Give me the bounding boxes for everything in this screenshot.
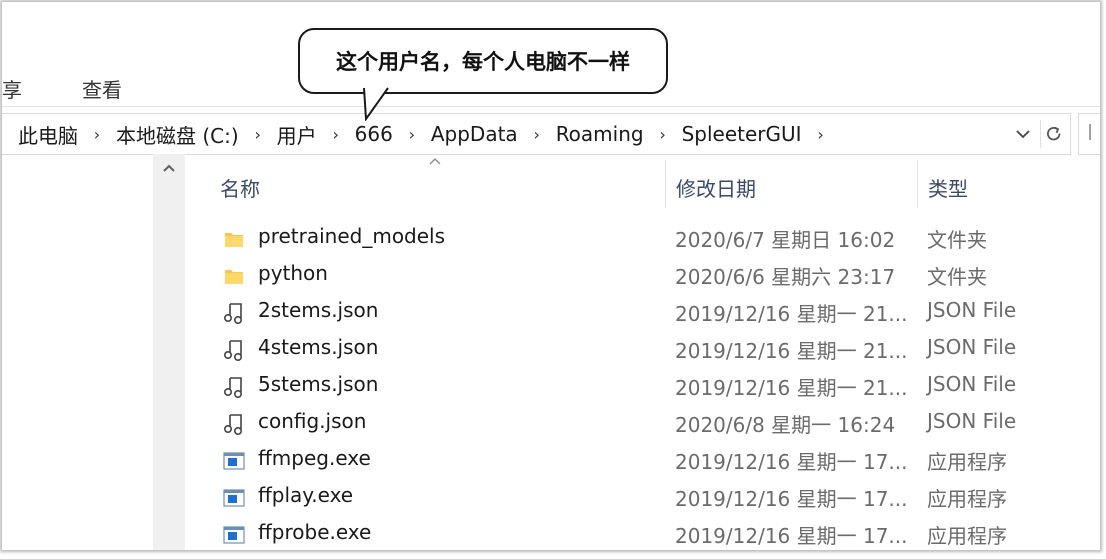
column-header-type[interactable]: 类型 bbox=[928, 168, 968, 206]
breadcrumb-spleetergui[interactable]: SpleeterGUI bbox=[676, 122, 808, 146]
breadcrumb-roaming[interactable]: Roaming bbox=[550, 122, 650, 146]
file-row[interactable]: 5stems.json 2019/12/16 星期一 21... JSON File bbox=[214, 368, 1100, 405]
address-bar[interactable]: 此电脑 › 本地磁盘 (C:) › 用户 › 666 › AppData › R… bbox=[2, 113, 1071, 155]
search-icon bbox=[1088, 122, 1100, 147]
file-modified-date: 2019/12/16 星期一 21... bbox=[675, 339, 908, 363]
folder-icon bbox=[222, 227, 246, 251]
json-file-icon bbox=[222, 412, 246, 436]
column-header-date[interactable]: 修改日期 bbox=[676, 168, 756, 206]
ribbon-tab-share[interactable]: 享 bbox=[2, 74, 22, 103]
breadcrumb-appdata[interactable]: AppData bbox=[425, 122, 524, 146]
ribbon-tab-view[interactable]: 查看 bbox=[82, 74, 122, 103]
search-input[interactable] bbox=[1078, 113, 1100, 155]
file-type: 文件夹 bbox=[927, 228, 987, 252]
exe-icon bbox=[222, 449, 246, 473]
folder-icon bbox=[222, 264, 246, 288]
ribbon-divider bbox=[2, 106, 1100, 107]
chevron-down-icon[interactable] bbox=[1014, 124, 1032, 144]
file-name[interactable]: ffmpeg.exe bbox=[258, 446, 371, 470]
file-row[interactable]: ffmpeg.exe 2019/12/16 星期一 17... 应用程序 bbox=[214, 442, 1100, 479]
callout-pointer bbox=[363, 87, 389, 121]
file-type: JSON File bbox=[927, 372, 1017, 396]
file-type: JSON File bbox=[927, 298, 1017, 322]
file-name[interactable]: pretrained_models bbox=[258, 224, 445, 248]
file-name[interactable]: ffprobe.exe bbox=[258, 520, 371, 544]
breadcrumb-separator[interactable]: › bbox=[808, 125, 834, 144]
file-name[interactable]: 2stems.json bbox=[258, 298, 378, 322]
file-type: JSON File bbox=[927, 409, 1017, 433]
breadcrumb-separator[interactable]: › bbox=[323, 125, 349, 144]
callout-text: 这个用户名，每个人电脑不一样 bbox=[336, 50, 630, 74]
file-row[interactable]: pretrained_models 2020/6/7 星期日 16:02 文件夹 bbox=[214, 220, 1100, 257]
file-modified-date: 2019/12/16 星期一 17... bbox=[675, 487, 908, 511]
sort-ascending-icon bbox=[428, 154, 442, 170]
file-modified-date: 2019/12/16 星期一 21... bbox=[675, 302, 908, 326]
nav-pane-scrollbar[interactable] bbox=[153, 154, 185, 550]
file-name[interactable]: python bbox=[258, 261, 328, 285]
breadcrumb-username[interactable]: 666 bbox=[349, 122, 399, 146]
json-file-icon bbox=[222, 301, 246, 325]
file-type: JSON File bbox=[927, 335, 1017, 359]
file-modified-date: 2020/6/7 星期日 16:02 bbox=[675, 228, 896, 252]
breadcrumb-separator[interactable]: › bbox=[245, 125, 271, 144]
file-type: 应用程序 bbox=[927, 450, 1007, 474]
file-modified-date: 2019/12/16 星期一 17... bbox=[675, 450, 908, 474]
breadcrumb-this-pc[interactable]: 此电脑 bbox=[12, 120, 84, 149]
exe-icon bbox=[222, 523, 246, 547]
scroll-up-arrow-icon[interactable] bbox=[153, 162, 185, 180]
breadcrumb-separator[interactable]: › bbox=[650, 125, 676, 144]
breadcrumb: 此电脑 › 本地磁盘 (C:) › 用户 › 666 › AppData › R… bbox=[12, 114, 834, 154]
file-row[interactable]: 4stems.json 2019/12/16 星期一 21... JSON File bbox=[214, 331, 1100, 368]
file-row[interactable]: ffprobe.exe 2019/12/16 星期一 17... 应用程序 bbox=[214, 516, 1100, 550]
file-name[interactable]: config.json bbox=[258, 409, 366, 433]
file-modified-date: 2019/12/16 星期一 21... bbox=[675, 376, 908, 400]
file-explorer-window: 享 查看 此电脑 › 本地磁盘 (C:) › 用户 › 666 › AppDat… bbox=[2, 2, 1100, 550]
column-divider[interactable] bbox=[917, 160, 918, 208]
breadcrumb-separator[interactable]: › bbox=[524, 125, 550, 144]
file-name[interactable]: ffplay.exe bbox=[258, 483, 353, 507]
file-type: 应用程序 bbox=[927, 487, 1007, 511]
breadcrumb-users[interactable]: 用户 bbox=[271, 120, 323, 149]
breadcrumb-separator[interactable]: › bbox=[399, 125, 425, 144]
file-modified-date: 2020/6/6 星期六 23:17 bbox=[675, 265, 896, 289]
file-modified-date: 2020/6/8 星期一 16:24 bbox=[675, 413, 896, 437]
refresh-icon[interactable] bbox=[1040, 120, 1067, 148]
file-name[interactable]: 4stems.json bbox=[258, 335, 378, 359]
file-row[interactable]: config.json 2020/6/8 星期一 16:24 JSON File bbox=[214, 405, 1100, 442]
column-divider[interactable] bbox=[665, 160, 666, 208]
json-file-icon bbox=[222, 338, 246, 362]
file-row[interactable]: python 2020/6/6 星期六 23:17 文件夹 bbox=[214, 257, 1100, 294]
breadcrumb-separator[interactable]: › bbox=[84, 125, 110, 144]
file-modified-date: 2019/12/16 星期一 17... bbox=[675, 524, 908, 548]
file-type: 文件夹 bbox=[927, 265, 987, 289]
column-header-name[interactable]: 名称 bbox=[220, 168, 260, 206]
annotation-callout: 这个用户名，每个人电脑不一样 bbox=[298, 28, 668, 94]
file-row[interactable]: ffplay.exe 2019/12/16 星期一 17... 应用程序 bbox=[214, 479, 1100, 516]
file-name[interactable]: 5stems.json bbox=[258, 372, 378, 396]
json-file-icon bbox=[222, 375, 246, 399]
breadcrumb-local-disk[interactable]: 本地磁盘 (C:) bbox=[110, 120, 245, 149]
file-row[interactable]: 2stems.json 2019/12/16 星期一 21... JSON File bbox=[214, 294, 1100, 331]
file-type: 应用程序 bbox=[927, 524, 1007, 548]
exe-icon bbox=[222, 486, 246, 510]
